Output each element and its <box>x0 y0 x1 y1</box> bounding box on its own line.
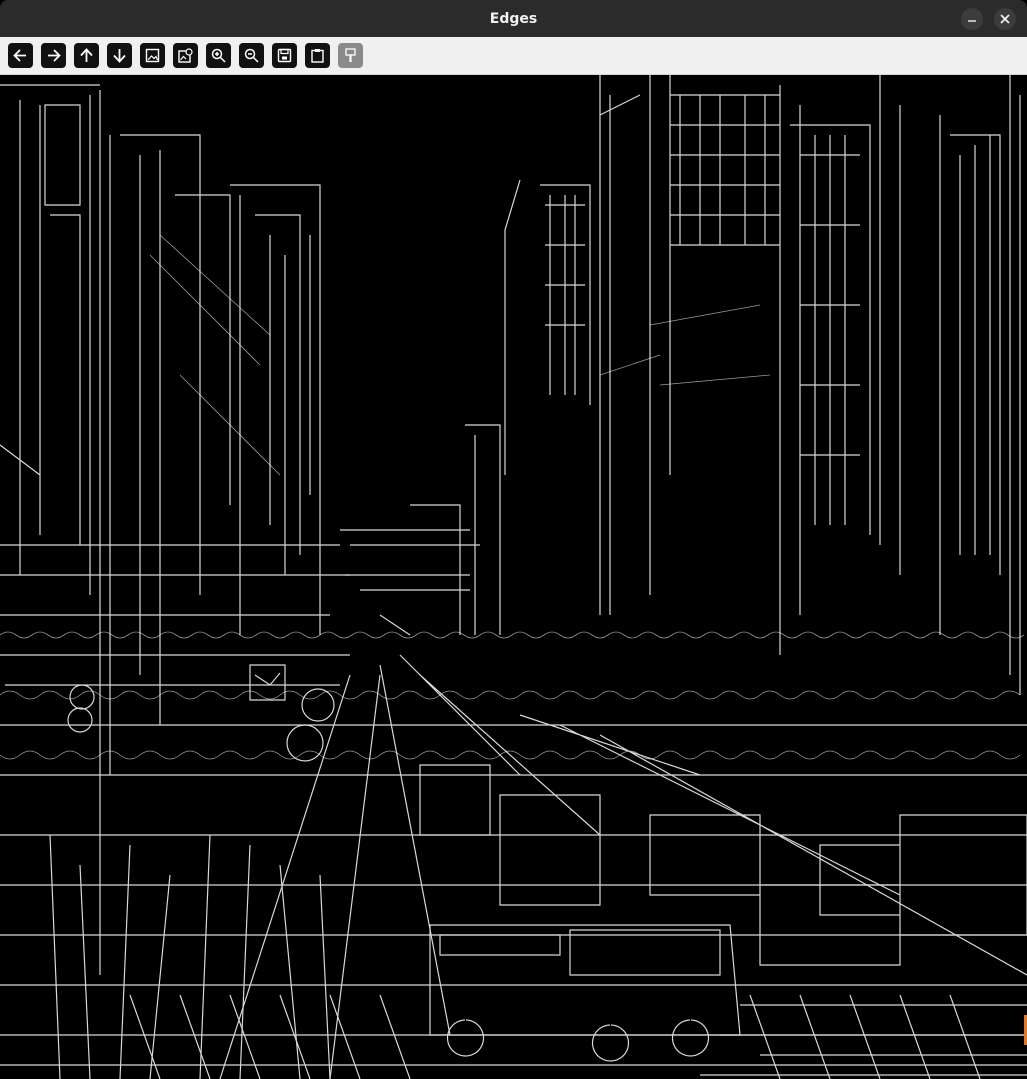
arrow-left-icon <box>13 49 26 62</box>
properties-button[interactable] <box>338 43 363 68</box>
save-icon <box>277 48 292 63</box>
toolbar <box>0 37 1027 75</box>
zoom-in-icon <box>211 48 226 63</box>
arrow-down-icon <box>113 49 126 63</box>
clipboard-icon <box>311 49 324 63</box>
pan-down-button[interactable] <box>107 43 132 68</box>
pan-left-button[interactable] <box>8 43 33 68</box>
minimize-icon <box>968 20 976 22</box>
zoom-in-button[interactable] <box>206 43 231 68</box>
brush-icon <box>345 48 356 62</box>
zoom-in-image-button[interactable] <box>140 43 165 68</box>
save-image-button[interactable] <box>272 43 297 68</box>
image-icon <box>145 48 160 63</box>
arrow-right-icon <box>48 49 61 62</box>
pan-right-button[interactable] <box>41 43 66 68</box>
close-button[interactable] <box>994 8 1016 30</box>
minimize-button[interactable] <box>961 8 983 30</box>
image-canvas[interactable] <box>0 75 1027 1079</box>
zoom-out-icon <box>244 48 259 63</box>
title-bar: Edges <box>0 0 1027 37</box>
zoom-out-button[interactable] <box>239 43 264 68</box>
arrow-up-icon <box>80 48 93 62</box>
zoom-out-image-button[interactable] <box>173 43 198 68</box>
window-title: Edges <box>489 10 538 27</box>
close-icon <box>1000 14 1010 24</box>
edges-window: Edges <box>0 0 1027 1079</box>
image-zoom-icon <box>178 48 193 63</box>
copy-to-clipboard-button[interactable] <box>305 43 330 68</box>
pan-up-button[interactable] <box>74 43 99 68</box>
edge-detection-image <box>0 75 1027 1079</box>
